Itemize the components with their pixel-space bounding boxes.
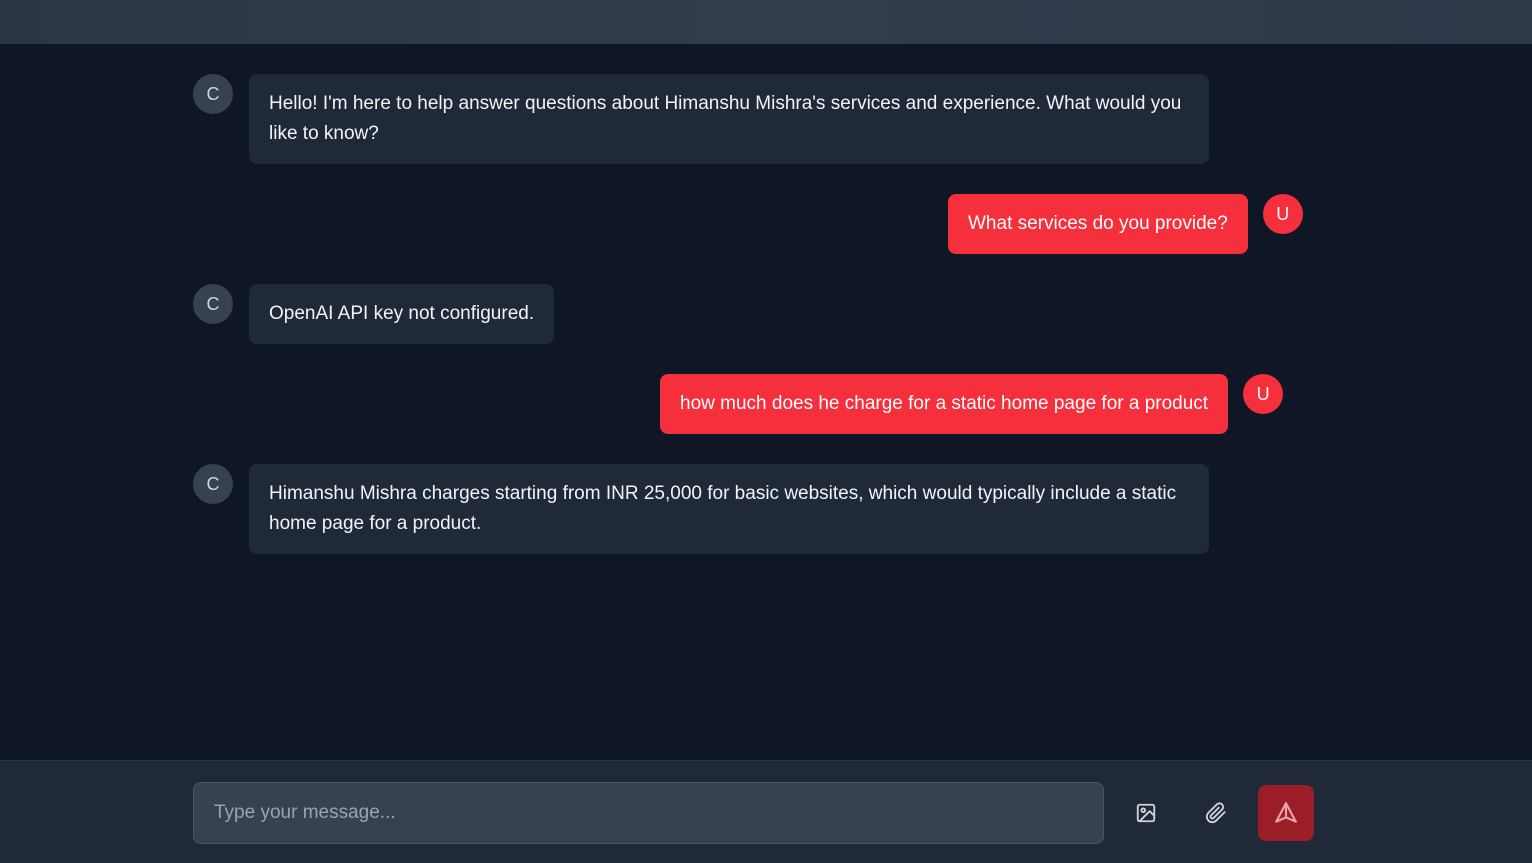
bot-avatar: C [193,74,233,114]
image-upload-button[interactable] [1126,793,1166,833]
message-bubble: Himanshu Mishra charges starting from IN… [249,464,1209,554]
user-avatar: U [1243,374,1284,414]
message-bubble: OpenAI API key not configured. [249,284,555,344]
message-composer [0,760,1532,863]
bot-avatar: C [193,464,233,504]
message-bubble: Hello! I'm here to help answer questions… [249,74,1209,164]
message-user: how much does he charge for a static hom… [660,374,1284,434]
attach-file-button[interactable] [1196,793,1236,833]
message-bot: C Hello! I'm here to help answer questio… [193,74,1209,164]
user-avatar: U [1262,194,1303,234]
message-input[interactable] [193,782,1104,844]
paperclip-icon [1205,802,1226,824]
send-icon [1275,802,1297,823]
message-bubble: What services do you provide? [948,194,1248,254]
message-user: What services do you provide? U [948,194,1303,254]
send-button[interactable] [1258,785,1314,841]
chat-messages: C Hello! I'm here to help answer questio… [0,44,1532,760]
image-icon [1136,803,1156,823]
message-bubble: how much does he charge for a static hom… [660,374,1229,434]
message-bot: C OpenAI API key not configured. [193,284,555,344]
message-bot: C Himanshu Mishra charges starting from … [193,464,1209,554]
top-bar [0,0,1532,44]
bot-avatar: C [193,284,233,324]
